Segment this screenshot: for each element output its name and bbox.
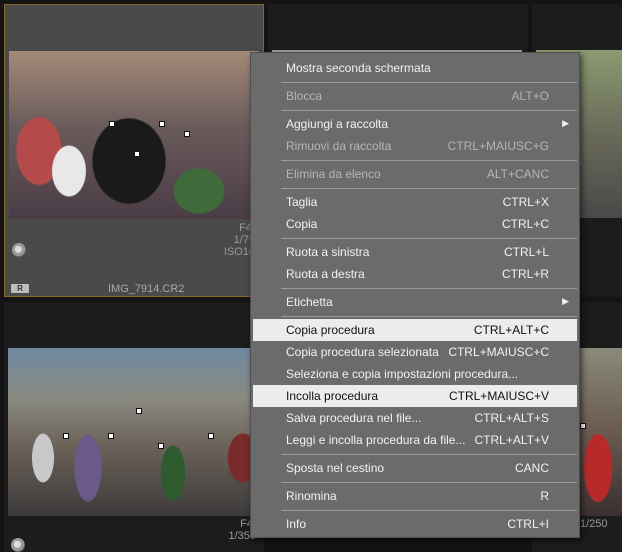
menu-item-label: Etichetta — [286, 295, 333, 309]
focus-point — [109, 121, 115, 127]
menu-item-label: Seleziona e copia impostazioni procedura… — [286, 367, 519, 381]
menu-item-shortcut: CTRL+X — [502, 195, 549, 209]
menu-item-incolla-procedura[interactable]: Incolla procedura CTRL+MAIUSC+V — [253, 385, 577, 407]
focus-point — [208, 433, 214, 439]
menu-item-shortcut: R — [540, 489, 549, 503]
menu-item-label: Ruota a destra — [286, 267, 365, 281]
menu-item-shortcut: CTRL+MAIUSC+C — [448, 345, 549, 359]
menu-item-info[interactable]: Info CTRL+I — [253, 513, 577, 535]
menu-item-shortcut: CTRL+ALT+C — [473, 323, 549, 337]
focus-point — [134, 151, 140, 157]
menu-item-label: Copia — [286, 217, 318, 231]
color-profile-icon — [12, 243, 26, 257]
thumbnail-filename: IMG_7914.CR2 — [108, 283, 185, 295]
submenu-arrow-icon: ▶ — [562, 296, 569, 306]
menu-item-sposta-nel-cestino[interactable]: Sposta nel cestino CANC — [253, 457, 577, 479]
thumbnail-image[interactable] — [578, 348, 622, 516]
menu-item-label: Taglia — [286, 195, 318, 209]
thumbnail-image[interactable] — [8, 348, 258, 516]
menu-item-taglia[interactable]: Taglia CTRL+X — [253, 191, 577, 213]
focus-point — [158, 443, 164, 449]
menu-item-shortcut: CTRL+C — [501, 217, 549, 231]
menu-item-blocca[interactable]: Blocca ALT+O — [253, 85, 577, 107]
focus-point — [63, 433, 69, 439]
menu-item-label: Elimina da elenco — [286, 167, 381, 181]
menu-item-ruota-a-sinistra[interactable]: Ruota a sinistra CTRL+L — [253, 241, 577, 263]
menu-item-label: Info — [286, 517, 307, 531]
menu-separator — [281, 510, 577, 511]
color-profile-icon — [11, 538, 25, 552]
menu-separator — [281, 238, 577, 239]
menu-item-shortcut: ALT+O — [511, 89, 549, 103]
raw-badge: R — [11, 284, 29, 293]
menu-item-label: Copia procedura — [286, 323, 375, 337]
menu-item-elimina-da-elenco[interactable]: Elimina da elenco ALT+CANC — [253, 163, 577, 185]
menu-separator — [281, 454, 577, 455]
menu-item-label: Salva procedura nel file... — [286, 411, 422, 425]
menu-item-shortcut: CANC — [514, 461, 549, 475]
focus-point — [580, 423, 586, 429]
menu-item-label: Blocca — [286, 89, 323, 103]
menu-separator — [281, 482, 577, 483]
exif-line: 1/250 — [580, 518, 608, 530]
menu-item-shortcut: ALT+CANC — [486, 167, 549, 181]
menu-item-shortcut: CTRL+ALT+S — [474, 411, 549, 425]
menu-separator — [281, 188, 577, 189]
menu-item-label: Copia procedura selezionata — [286, 345, 439, 359]
menu-item-label: Incolla procedura — [286, 389, 379, 403]
context-menu: Mostra seconda schermata Blocca ALT+O Ag… — [250, 52, 580, 538]
menu-item-label: Aggiungi a raccolta — [286, 117, 389, 131]
menu-item-seleziona-e-copia-impostazioni[interactable]: Seleziona e copia impostazioni procedura… — [253, 363, 577, 385]
menu-item-rimuovi-da-raccolta[interactable]: Rimuovi da raccolta CTRL+MAIUSC+G — [253, 135, 577, 157]
focus-point — [136, 408, 142, 414]
submenu-arrow-icon: ▶ — [562, 118, 569, 128]
menu-item-aggiungi-a-raccolta[interactable]: Aggiungi a raccolta ▶ — [253, 113, 577, 135]
focus-point — [159, 121, 165, 127]
menu-item-rinomina[interactable]: Rinomina R — [253, 485, 577, 507]
menu-separator — [281, 110, 577, 111]
menu-item-shortcut: CTRL+R — [501, 267, 549, 281]
thumbnail-image[interactable] — [9, 51, 259, 219]
menu-item-label: Sposta nel cestino — [286, 461, 385, 475]
exif-info: 1/250 — [580, 518, 608, 530]
menu-item-copia-procedura[interactable]: Copia procedura CTRL+ALT+C — [253, 319, 577, 341]
thumbnail-cell[interactable]: F4, 1/350 — [4, 302, 264, 552]
menu-item-shortcut: CTRL+L — [503, 245, 549, 259]
menu-item-shortcut: CTRL+MAIUSC+G — [447, 139, 549, 153]
menu-item-label: Rinomina — [286, 489, 337, 503]
menu-separator — [281, 288, 577, 289]
menu-item-label: Mostra seconda schermata — [286, 61, 431, 75]
menu-item-copia-procedura-selezionata[interactable]: Copia procedura selezionata CTRL+MAIUSC+… — [253, 341, 577, 363]
menu-item-shortcut: CTRL+ALT+V — [474, 433, 549, 447]
menu-item-label: Rimuovi da raccolta — [286, 139, 392, 153]
menu-item-label: Ruota a sinistra — [286, 245, 370, 259]
menu-separator — [281, 82, 577, 83]
thumbnail-cell-selected[interactable]: F4, 1/75 ISO10 R IMG_7914.CR2 — [4, 4, 264, 297]
focus-point — [108, 433, 114, 439]
menu-item-shortcut: CTRL+I — [507, 517, 549, 531]
menu-item-shortcut: CTRL+MAIUSC+V — [448, 389, 549, 403]
menu-item-label: Leggi e incolla procedura da file... — [286, 433, 466, 447]
menu-separator — [281, 316, 577, 317]
menu-item-copia[interactable]: Copia CTRL+C — [253, 213, 577, 235]
focus-point — [184, 131, 190, 137]
menu-item-mostra-seconda-schermata[interactable]: Mostra seconda schermata — [253, 57, 577, 79]
menu-item-etichetta[interactable]: Etichetta ▶ — [253, 291, 577, 313]
menu-item-leggi-e-incolla-procedura[interactable]: Leggi e incolla procedura da file... CTR… — [253, 429, 577, 451]
menu-item-ruota-a-destra[interactable]: Ruota a destra CTRL+R — [253, 263, 577, 285]
menu-item-salva-procedura-nel-file[interactable]: Salva procedura nel file... CTRL+ALT+S — [253, 407, 577, 429]
menu-separator — [281, 160, 577, 161]
